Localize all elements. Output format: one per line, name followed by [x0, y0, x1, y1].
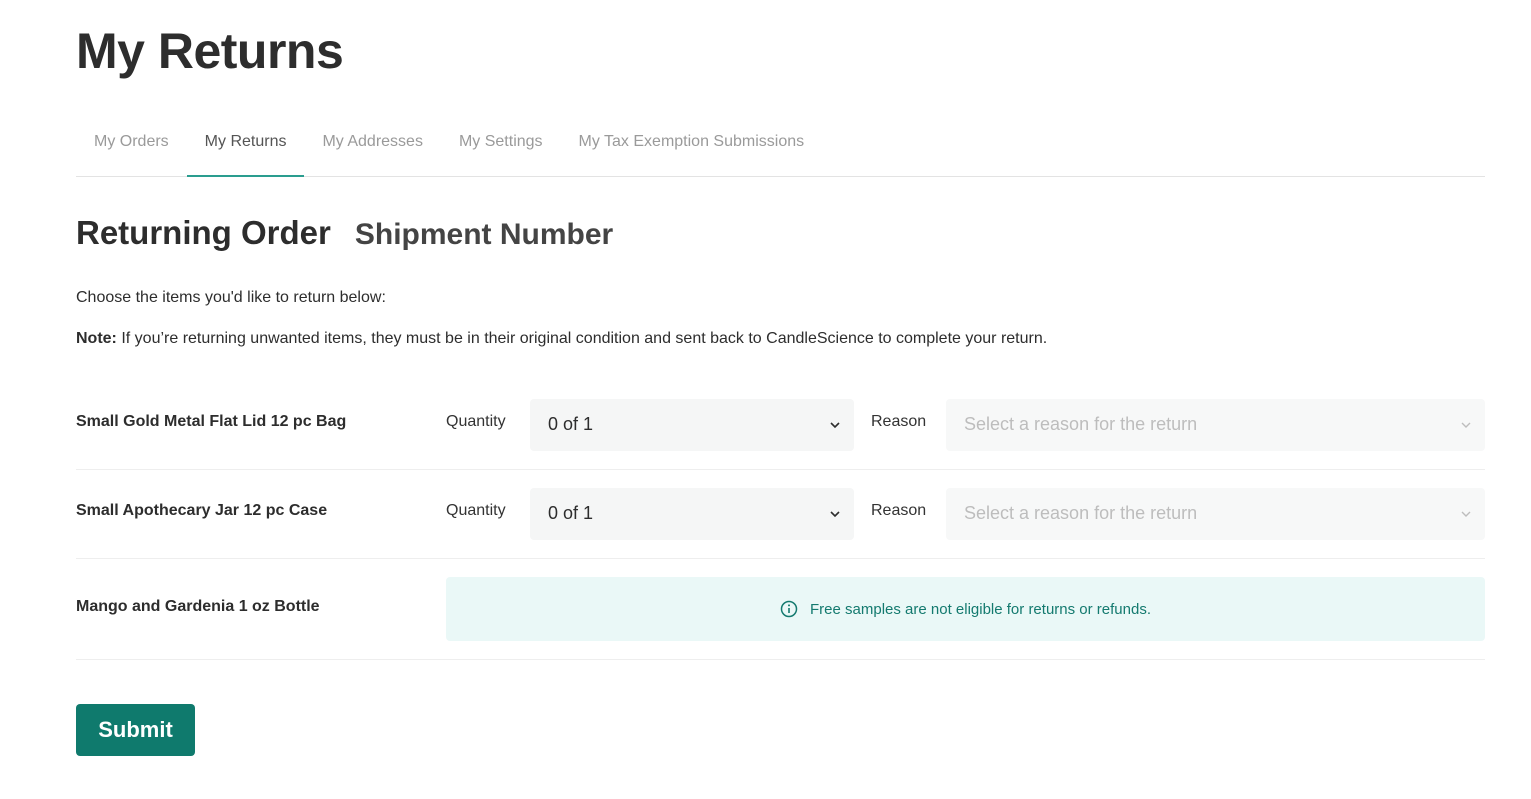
intro-text: Choose the items you'd like to return be… — [76, 289, 386, 306]
reason-label: Reason — [871, 502, 927, 519]
returning-heading: Returning Order Shipment Number — [76, 214, 613, 252]
submit-button[interactable]: Submit — [76, 704, 195, 756]
note-text: Note: If you’re returning unwanted items… — [76, 330, 1047, 348]
quantity-value: 0 of 1 — [548, 503, 594, 523]
chevron-down-icon — [1461, 422, 1471, 428]
quantity-select[interactable]: 0 of 1 — [530, 399, 854, 451]
info-circle-icon — [780, 600, 798, 618]
chevron-down-icon — [1461, 511, 1471, 517]
return-item-row: Small Gold Metal Flat Lid 12 pc Bag Quan… — [76, 381, 1485, 470]
reason-label: Reason — [871, 413, 927, 430]
quantity-value: 0 of 1 — [548, 414, 594, 434]
reason-placeholder: Select a reason for the return — [964, 503, 1198, 523]
quantity-label: Quantity — [446, 502, 506, 519]
reason-placeholder: Select a reason for the return — [964, 414, 1198, 434]
tab-my-returns[interactable]: My Returns — [186, 116, 305, 177]
item-name: Small Gold Metal Flat Lid 12 pc Bag — [76, 413, 347, 430]
notice-text: Free samples are not eligible for return… — [810, 600, 1151, 618]
note-body: If you’re returning unwanted items, they… — [116, 330, 1048, 347]
chevron-down-icon — [830, 511, 840, 518]
chevron-down-icon — [830, 422, 840, 429]
tab-my-orders[interactable]: My Orders — [76, 116, 187, 176]
returning-order-title: Returning Order — [76, 214, 331, 251]
free-sample-notice: Free samples are not eligible for return… — [446, 577, 1485, 641]
account-tabs: My Orders My Returns My Addresses My Set… — [76, 116, 1485, 177]
item-name: Small Apothecary Jar 12 pc Case — [76, 502, 328, 519]
page-title: My Returns — [76, 23, 344, 79]
tab-my-tax-exemption-submissions[interactable]: My Tax Exemption Submissions — [561, 116, 823, 176]
shipment-number-title: Shipment Number — [354, 218, 614, 251]
reason-select[interactable]: Select a reason for the return — [946, 399, 1485, 451]
quantity-label: Quantity — [446, 413, 506, 430]
quantity-select[interactable]: 0 of 1 — [530, 488, 854, 540]
note-label: Note: — [76, 330, 117, 347]
reason-select[interactable]: Select a reason for the return — [946, 488, 1485, 540]
tab-my-settings[interactable]: My Settings — [441, 116, 561, 176]
return-item-row: Mango and Gardenia 1 oz Bottle Free samp… — [76, 559, 1485, 660]
return-item-row: Small Apothecary Jar 12 pc Case Quantity… — [76, 470, 1485, 559]
tab-my-addresses[interactable]: My Addresses — [304, 116, 440, 176]
item-name: Mango and Gardenia 1 oz Bottle — [76, 598, 320, 615]
